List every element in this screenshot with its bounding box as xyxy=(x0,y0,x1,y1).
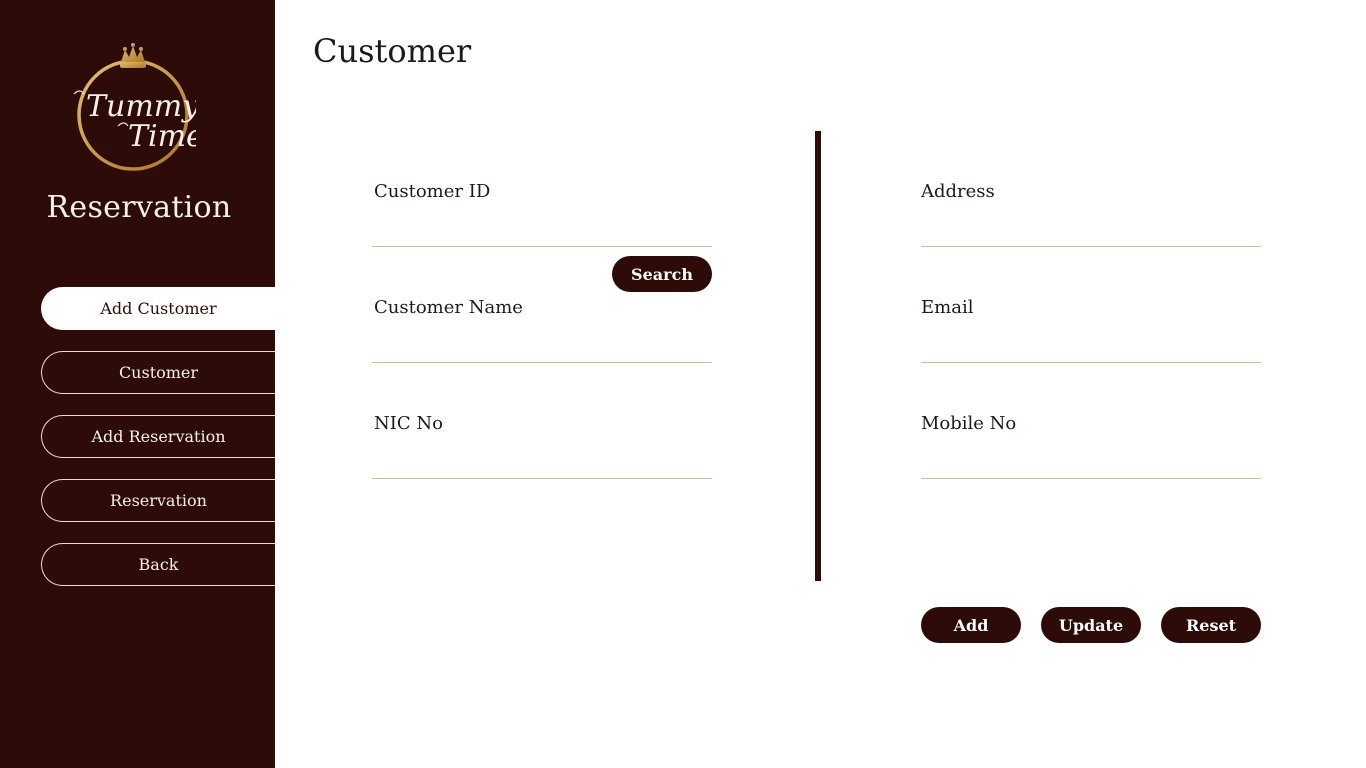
email-field[interactable] xyxy=(921,333,1261,363)
sidebar-item-customer[interactable]: Customer xyxy=(41,351,275,394)
sidebar-item-reservation[interactable]: Reservation xyxy=(41,479,275,522)
tummy-time-logo: Tummy Time xyxy=(70,42,204,176)
sidebar-item-add-reservation[interactable]: Add Reservation xyxy=(41,415,275,458)
customer-name-field[interactable] xyxy=(372,333,712,363)
sidebar: Tummy Time Reservation Add Customer Cust… xyxy=(0,0,275,768)
sidebar-title: Reservation xyxy=(46,190,232,225)
mobile-no-field[interactable] xyxy=(921,449,1261,479)
column-divider xyxy=(815,131,821,581)
customer-id-label: Customer ID xyxy=(374,181,491,202)
nic-no-field[interactable] xyxy=(372,449,712,479)
reset-button[interactable]: Reset xyxy=(1161,607,1261,643)
add-button[interactable]: Add xyxy=(921,607,1021,643)
sidebar-item-back[interactable]: Back xyxy=(41,543,275,586)
mobile-no-label: Mobile No xyxy=(921,413,1017,434)
update-button[interactable]: Update xyxy=(1041,607,1141,643)
customer-name-label: Customer Name xyxy=(374,297,523,318)
search-button[interactable]: Search xyxy=(612,256,712,292)
nic-no-label: NIC No xyxy=(374,413,443,434)
email-label: Email xyxy=(921,297,974,318)
address-label: Address xyxy=(921,181,995,202)
svg-text:Time: Time xyxy=(128,119,196,154)
address-field[interactable] xyxy=(921,217,1261,247)
customer-id-field[interactable] xyxy=(372,217,712,247)
page-title: Customer xyxy=(313,32,472,70)
sidebar-item-add-customer[interactable]: Add Customer xyxy=(41,287,275,330)
